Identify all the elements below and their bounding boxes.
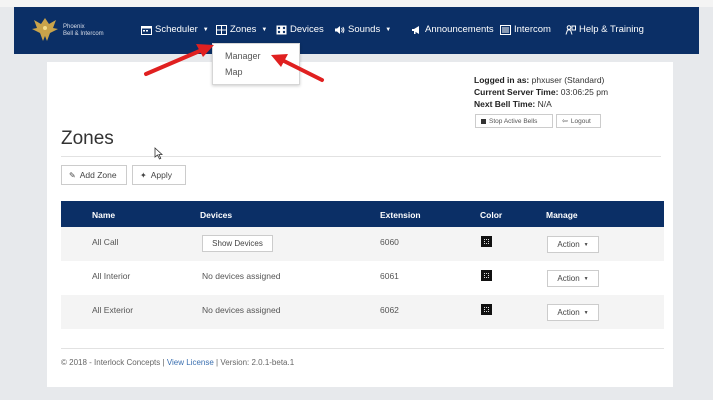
nav-scheduler-label: Scheduler bbox=[155, 24, 198, 35]
logged-in-label: Logged in as: bbox=[474, 75, 530, 85]
brand-name: Phoenix Bell & Intercom bbox=[63, 24, 104, 38]
chevron-down-icon: ▼ bbox=[583, 275, 589, 282]
zones-grid-icon bbox=[216, 24, 227, 35]
col-header-devices: Devices bbox=[200, 210, 233, 220]
col-header-name: Name bbox=[92, 210, 116, 220]
action-dropdown-button[interactable]: Action ▼ bbox=[547, 270, 599, 287]
col-header-manage: Manage bbox=[546, 210, 578, 220]
color-swatch[interactable] bbox=[481, 270, 492, 281]
stop-bells-label: Stop Active Bells bbox=[489, 117, 538, 125]
edit-icon: ✎ bbox=[69, 170, 76, 180]
navbar: Phoenix Bell & Intercom Scheduler ▼ Zone… bbox=[14, 7, 699, 54]
menu-item-manager[interactable]: Manager bbox=[225, 51, 261, 61]
chevron-down-icon: ▼ bbox=[261, 26, 268, 33]
next-bell-label: Next Bell Time: bbox=[474, 99, 536, 109]
nav-help[interactable]: Help & Training bbox=[565, 24, 644, 35]
table-row: All Interior No devices assigned 6061 Ac… bbox=[61, 261, 664, 295]
intercom-icon bbox=[500, 24, 511, 35]
chevron-down-icon: ▼ bbox=[583, 241, 589, 248]
nav-intercom-label: Intercom bbox=[514, 24, 551, 35]
zone-name: All Exterior bbox=[92, 305, 134, 315]
speaker-icon bbox=[335, 25, 345, 34]
footer: © 2018 - Interlock Concepts | View Licen… bbox=[61, 358, 294, 367]
zone-name: All Call bbox=[92, 237, 119, 247]
add-zone-label: Add Zone bbox=[79, 170, 117, 180]
nav-zones[interactable]: Zones ▼ bbox=[216, 24, 267, 35]
zone-name: All Interior bbox=[92, 271, 131, 281]
apply-button[interactable]: ✦ Apply bbox=[132, 165, 186, 185]
zone-devices-text: No devices assigned bbox=[202, 271, 281, 281]
footer-divider bbox=[61, 348, 664, 349]
nav-announcements-label: Announcements bbox=[425, 24, 494, 35]
chevron-down-icon: ▼ bbox=[202, 26, 209, 33]
chevron-down-icon: ▼ bbox=[385, 26, 392, 33]
table-row: All Exterior No devices assigned 6062 Ac… bbox=[61, 295, 664, 329]
zone-extension: 6060 bbox=[380, 237, 399, 247]
apply-label: Apply bbox=[150, 170, 172, 180]
session-info: Logged in as: phxuser (Standard) Current… bbox=[474, 74, 608, 110]
footer-version: | Version: 2.0.1-beta.1 bbox=[216, 358, 295, 367]
red-arrow-annotation-icon bbox=[271, 54, 324, 82]
page-title: Zones bbox=[61, 128, 114, 149]
calendar-icon bbox=[141, 25, 152, 35]
next-bell-value: N/A bbox=[537, 99, 552, 109]
red-arrow-annotation-icon bbox=[144, 44, 214, 76]
zone-extension: 6062 bbox=[380, 305, 399, 315]
devices-icon bbox=[276, 25, 287, 34]
action-label: Action bbox=[557, 240, 580, 249]
logout-icon: ⇦ bbox=[562, 118, 568, 125]
nav-sounds[interactable]: Sounds ▼ bbox=[334, 24, 391, 35]
server-time-value: 03:06:25 pm bbox=[560, 87, 609, 97]
nav-help-label: Help & Training bbox=[579, 24, 644, 35]
nav-intercom[interactable]: Intercom bbox=[500, 24, 551, 35]
action-dropdown-button[interactable]: Action ▼ bbox=[547, 236, 599, 253]
nav-devices[interactable]: Devices bbox=[276, 24, 324, 35]
menu-item-map[interactable]: Map bbox=[225, 67, 243, 77]
action-label: Action bbox=[557, 274, 580, 283]
zone-devices-text: No devices assigned bbox=[202, 305, 281, 315]
logout-label: Logout bbox=[570, 117, 591, 125]
footer-copyright: © 2018 - Interlock Concepts | bbox=[61, 358, 165, 367]
add-zone-button[interactable]: ✎ Add Zone bbox=[61, 165, 127, 185]
color-swatch[interactable] bbox=[481, 304, 492, 315]
magic-wand-icon: ✦ bbox=[140, 170, 147, 180]
nav-zones-label: Zones bbox=[230, 24, 257, 35]
col-header-extension: Extension bbox=[380, 210, 421, 220]
stop-active-bells-button[interactable]: Stop Active Bells bbox=[475, 114, 553, 128]
brand-line2: Bell & Intercom bbox=[63, 31, 104, 37]
nav-announcements[interactable]: Announcements bbox=[411, 24, 494, 35]
nav-sounds-label: Sounds bbox=[348, 24, 381, 35]
title-divider bbox=[61, 156, 661, 157]
logged-in-value: phxuser (Standard) bbox=[531, 75, 605, 85]
mouse-cursor-icon bbox=[154, 147, 163, 160]
nav-scheduler[interactable]: Scheduler ▼ bbox=[141, 24, 209, 35]
top-strip bbox=[0, 0, 713, 7]
chevron-down-icon: ▼ bbox=[583, 309, 589, 316]
nav-devices-label: Devices bbox=[290, 24, 324, 35]
logout-button[interactable]: ⇦ Logout bbox=[556, 114, 601, 128]
zone-extension: 6061 bbox=[380, 271, 399, 281]
brand-line1: Phoenix bbox=[63, 24, 85, 30]
stop-icon bbox=[481, 118, 486, 124]
col-header-color: Color bbox=[480, 210, 503, 220]
action-label: Action bbox=[557, 308, 580, 317]
show-devices-button[interactable]: Show Devices bbox=[202, 235, 273, 252]
view-license-link[interactable]: View License bbox=[167, 358, 214, 367]
help-training-icon bbox=[565, 24, 576, 35]
table-header: Name Devices Extension Color Manage bbox=[61, 201, 664, 227]
phoenix-logo-icon[interactable] bbox=[30, 14, 60, 44]
server-time-label: Current Server Time: bbox=[474, 87, 559, 97]
action-dropdown-button[interactable]: Action ▼ bbox=[547, 304, 599, 321]
megaphone-icon bbox=[412, 25, 419, 34]
color-swatch[interactable] bbox=[481, 236, 492, 247]
table-row: All Call Show Devices 6060 Action ▼ bbox=[61, 227, 664, 261]
